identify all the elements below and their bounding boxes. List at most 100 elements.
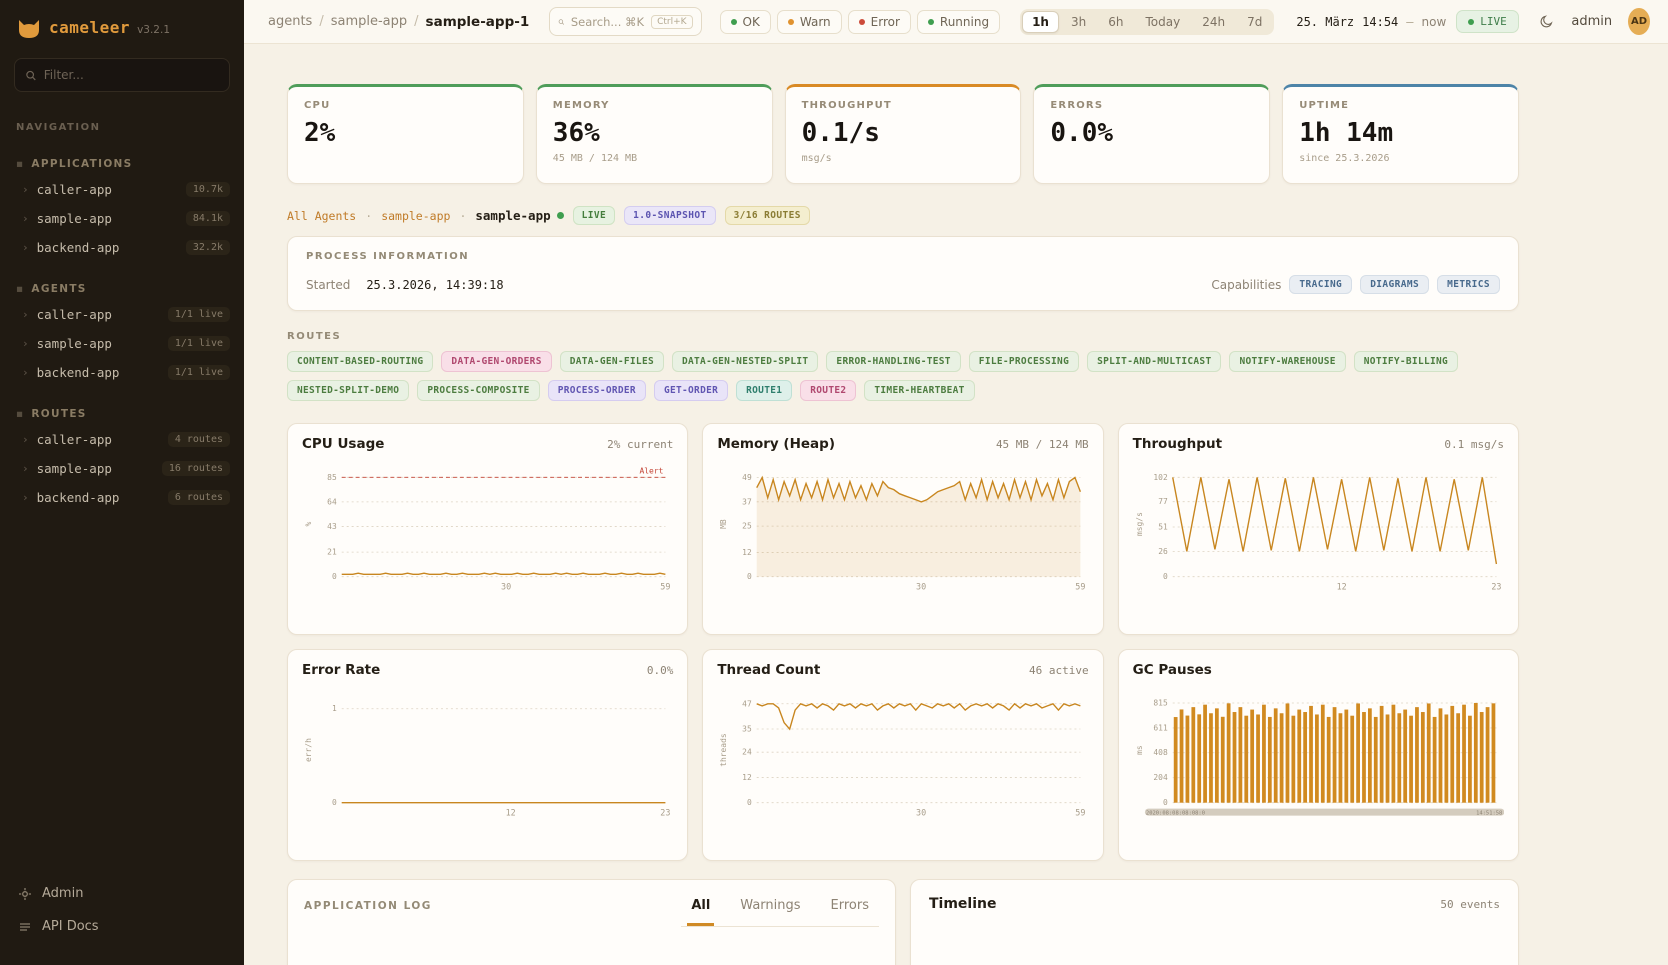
- sidebar-item-routes-caller[interactable]: ›caller-app4 routes: [0, 425, 244, 454]
- chevron-right-icon: ›: [22, 183, 29, 196]
- item-label: caller-app: [37, 307, 112, 322]
- chevron-right-icon: ›: [22, 462, 29, 475]
- item-count-badge: 10.7k: [186, 182, 230, 197]
- time-range-selector: 1h 3h 6h Today 24h 7d: [1020, 9, 1274, 35]
- route-chip[interactable]: SPLIT-AND-MULTICAST: [1087, 351, 1221, 372]
- all-agents-link[interactable]: All Agents: [287, 209, 356, 223]
- sidebar-footer: Admin API Docs: [0, 867, 244, 965]
- nav-label: NAVIGATION: [16, 122, 228, 133]
- section-header-applications[interactable]: ▪APPLICATIONS: [0, 153, 244, 175]
- breadcrumb-separator: /: [319, 14, 323, 29]
- filter-input[interactable]: [44, 68, 219, 82]
- breadcrumb-sample-app[interactable]: sample-app: [331, 14, 407, 29]
- capability-badge-diagrams: DIAGRAMS: [1360, 275, 1429, 294]
- search-icon: [558, 16, 565, 28]
- filter-chip-warn[interactable]: Warn: [777, 10, 842, 34]
- breadcrumb: agents / sample-app / sample-app-1: [268, 14, 529, 30]
- sidebar-item-routes-sample[interactable]: ›sample-app16 routes: [0, 454, 244, 483]
- svg-text:12: 12: [743, 548, 753, 557]
- route-chip[interactable]: NOTIFY-WAREHOUSE: [1229, 351, 1345, 372]
- item-label: sample-app: [37, 211, 112, 226]
- tab-warnings[interactable]: Warnings: [736, 894, 804, 926]
- moon-icon: [1539, 14, 1554, 29]
- chart-current-value: 0.1 msg/s: [1444, 438, 1504, 451]
- svg-text:Alert: Alert: [639, 466, 663, 475]
- chevron-right-icon: ›: [22, 337, 29, 350]
- time-range-3h[interactable]: 3h: [1061, 11, 1096, 33]
- svg-text:%: %: [304, 521, 313, 526]
- svg-text:0: 0: [332, 798, 337, 807]
- stat-value: 0.1/s: [802, 118, 1005, 148]
- time-window-display: 25. März 14:54 — now: [1296, 15, 1446, 29]
- svg-text:59: 59: [1076, 808, 1086, 818]
- sidebar-item-admin[interactable]: Admin: [0, 877, 244, 910]
- time-range-today[interactable]: Today: [1135, 11, 1190, 33]
- avatar[interactable]: AD: [1628, 8, 1650, 35]
- tab-all[interactable]: All: [687, 894, 714, 926]
- route-chip[interactable]: ROUTE1: [736, 380, 792, 401]
- route-chip[interactable]: ERROR-HANDLING-TEST: [826, 351, 960, 372]
- filter-chip-running[interactable]: Running: [917, 10, 1000, 34]
- sidebar-item-agent-sample[interactable]: ›sample-app1/1 live: [0, 329, 244, 358]
- footer-item-label: API Docs: [42, 919, 99, 934]
- item-live-badge: 1/1 live: [168, 365, 230, 380]
- sample-app-link[interactable]: sample-app: [381, 209, 450, 223]
- gear-icon: [18, 887, 32, 901]
- filter-chip-ok[interactable]: OK: [720, 10, 771, 34]
- sidebar-item-api-docs[interactable]: API Docs: [0, 910, 244, 943]
- route-chip[interactable]: PROCESS-ORDER: [548, 380, 646, 401]
- agent-breadcrumb-bar: All Agents · sample-app · sample-app LIV…: [287, 206, 1519, 225]
- global-search[interactable]: Ctrl+K: [549, 7, 701, 36]
- sidebar-item-app-sample[interactable]: ›sample-app84.1k: [0, 204, 244, 233]
- route-chip[interactable]: ROUTE2: [800, 380, 856, 401]
- svg-text:815: 815: [1153, 698, 1168, 707]
- user-name: admin: [1571, 14, 1612, 29]
- search-input[interactable]: [571, 15, 645, 29]
- sidebar-item-agent-backend[interactable]: ›backend-app1/1 live: [0, 358, 244, 387]
- sidebar-item-agent-caller[interactable]: ›caller-app1/1 live: [0, 300, 244, 329]
- sidebar-item-app-caller[interactable]: ›caller-app10.7k: [0, 175, 244, 204]
- sidebar-item-app-backend[interactable]: ›backend-app32.2k: [0, 233, 244, 262]
- svg-text:0: 0: [1163, 572, 1168, 581]
- item-label: sample-app: [37, 336, 112, 351]
- section-header-agents[interactable]: ▪AGENTS: [0, 278, 244, 300]
- route-chip[interactable]: NOTIFY-BILLING: [1354, 351, 1458, 372]
- time-range-1h[interactable]: 1h: [1022, 11, 1059, 33]
- memory-heap-chart: 0122537493059MB: [717, 456, 1088, 616]
- route-chip[interactable]: GET-ORDER: [654, 380, 728, 401]
- warn-status-dot: [788, 19, 794, 25]
- status-filter-group: OK Warn Error Running: [720, 10, 1001, 34]
- tab-errors[interactable]: Errors: [827, 894, 873, 926]
- route-chip[interactable]: TIMER-HEARTBEAT: [864, 380, 974, 401]
- chart-card-cpu-usage: CPU Usage2% current 0214364853059%Alert: [287, 423, 688, 635]
- app-logo[interactable]: cameleer v3.2.1: [0, 0, 244, 54]
- current-agent-label: sample-app: [475, 208, 550, 223]
- route-chip[interactable]: DATA-GEN-ORDERS: [441, 351, 551, 372]
- live-label: LIVE: [1480, 15, 1507, 28]
- filter-chip-error[interactable]: Error: [848, 10, 911, 34]
- time-range-24h[interactable]: 24h: [1192, 11, 1235, 33]
- stat-label: CPU: [304, 100, 507, 111]
- live-indicator[interactable]: LIVE: [1456, 10, 1519, 33]
- chart-title: CPU Usage: [302, 436, 384, 452]
- dark-mode-toggle[interactable]: [1535, 8, 1558, 36]
- chart-current-value: 46 active: [1029, 664, 1089, 677]
- route-chip[interactable]: CONTENT-BASED-ROUTING: [287, 351, 433, 372]
- section-header-routes[interactable]: ▪ROUTES: [0, 403, 244, 425]
- route-chip[interactable]: DATA-GEN-FILES: [560, 351, 664, 372]
- search-shortcut-hint: Ctrl+K: [651, 15, 692, 29]
- sidebar-section-routes: ▪ROUTES ›caller-app4 routes ›sample-app1…: [0, 403, 244, 512]
- route-chip[interactable]: FILE-PROCESSING: [969, 351, 1079, 372]
- route-chip[interactable]: PROCESS-COMPOSITE: [417, 380, 539, 401]
- sidebar-item-routes-backend[interactable]: ›backend-app6 routes: [0, 483, 244, 512]
- section-marker-icon: ▪: [16, 283, 24, 295]
- chevron-right-icon: ›: [22, 308, 29, 321]
- time-range-6h[interactable]: 6h: [1098, 11, 1133, 33]
- breadcrumb-agents[interactable]: agents: [268, 14, 312, 29]
- time-range-7d[interactable]: 7d: [1237, 11, 1272, 33]
- started-label: Started: [306, 278, 350, 292]
- sidebar-filter[interactable]: [14, 58, 230, 92]
- chart-card-memory-heap: Memory (Heap)45 MB / 124 MB 012253749305…: [702, 423, 1103, 635]
- route-chip[interactable]: NESTED-SPLIT-DEMO: [287, 380, 409, 401]
- route-chip[interactable]: DATA-GEN-NESTED-SPLIT: [672, 351, 818, 372]
